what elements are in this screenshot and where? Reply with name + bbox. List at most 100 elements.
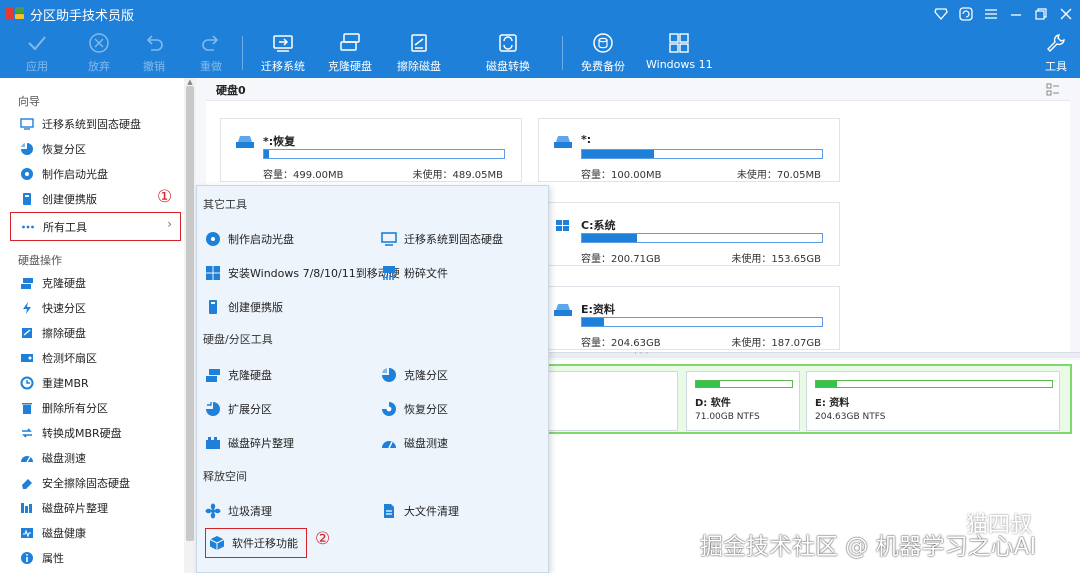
usage-fill bbox=[582, 318, 604, 326]
wrench-icon bbox=[1047, 34, 1065, 52]
scrollbar-thumb[interactable] bbox=[186, 86, 194, 541]
sidebar-item-rebuild-mbr[interactable]: 重建MBR bbox=[10, 371, 181, 395]
disk-map-segment-d[interactable]: D: 软件 71.00GB NTFS bbox=[686, 371, 800, 431]
tools-button[interactable]: 工具 bbox=[1043, 30, 1069, 76]
popup-item-clone-partition[interactable]: 克隆分区 bbox=[381, 363, 448, 387]
info-icon bbox=[21, 552, 33, 564]
popup-item-boot-disc[interactable]: 制作启动光盘 bbox=[205, 227, 294, 251]
trash-icon bbox=[22, 403, 32, 414]
sidebar-item-wipe-disk[interactable]: 擦除硬盘 bbox=[10, 321, 181, 345]
clone-disk-icon bbox=[340, 33, 360, 51]
sidebar-item-secure-erase[interactable]: 安全擦除固态硬盘 bbox=[10, 471, 181, 495]
undo-icon bbox=[146, 35, 163, 51]
map-usage-fill bbox=[816, 381, 838, 387]
refresh-button[interactable] bbox=[955, 4, 977, 24]
minimize-button[interactable] bbox=[1005, 4, 1027, 24]
sidebar-item-convert-mbr[interactable]: 转换成MBR硬盘 bbox=[10, 421, 181, 445]
drive-icon bbox=[554, 136, 572, 148]
wipe-disk-button[interactable]: 擦除磁盘 bbox=[397, 30, 441, 76]
more-dots-icon bbox=[22, 225, 34, 228]
sidebar-item-disk-speed[interactable]: 磁盘测速 bbox=[10, 446, 181, 470]
free-backup-button[interactable]: 免费备份 bbox=[581, 30, 625, 76]
defrag-icon bbox=[21, 503, 32, 513]
popup-item-recover-partition[interactable]: 恢复分区 bbox=[381, 397, 448, 421]
popup-item-disk-speed[interactable]: 磁盘测速 bbox=[381, 431, 448, 455]
popup-item-app-mover[interactable]: 软件迁移功能 bbox=[205, 528, 307, 558]
partition-card-star[interactable]: *: 容量：100.00MB 未使用：70.05MB bbox=[538, 118, 840, 182]
watermark-text: 掘金技术社区 @ 机器学习之心AI bbox=[700, 534, 1037, 560]
check-icon bbox=[28, 36, 46, 51]
restore-button[interactable] bbox=[1030, 4, 1052, 24]
document-icon bbox=[384, 504, 394, 518]
popup-item-install-windows[interactable]: 安装Windows 7/8/10/11到移动硬 bbox=[205, 261, 400, 285]
windows-drive-icon bbox=[556, 220, 569, 231]
view-toggle-icon[interactable] bbox=[1046, 83, 1060, 97]
sidebar-item-clone-disk[interactable]: 克隆硬盘 bbox=[10, 271, 181, 295]
scroll-up-arrow-icon[interactable]: ▲ bbox=[186, 78, 194, 86]
backup-icon bbox=[593, 33, 613, 53]
migrate-icon bbox=[381, 232, 397, 246]
sidebar-item-delete-all[interactable]: 删除所有分区 bbox=[10, 396, 181, 420]
clone-disk-icon bbox=[206, 369, 220, 382]
popup-item-defrag[interactable]: 磁盘碎片整理 bbox=[205, 431, 294, 455]
partition-card-e-data[interactable]: E:资料 容量：204.63GB 未使用：187.07GB bbox=[538, 286, 840, 350]
windows11-button[interactable]: Windows 11 bbox=[646, 30, 713, 76]
recover-icon bbox=[382, 402, 396, 416]
partition-card-c-system[interactable]: C:系统 容量：200.71GB 未使用：153.65GB bbox=[538, 202, 840, 266]
partition-card-recovery[interactable]: *:恢复 容量：499.00MB 未使用：489.05MB bbox=[220, 118, 522, 182]
diamond-button[interactable] bbox=[930, 4, 952, 24]
sidebar-item-portable[interactable]: 创建便携版 bbox=[10, 187, 181, 211]
disk-map-segment-e[interactable]: E: 资料 204.63GB NTFS bbox=[806, 371, 1060, 431]
popup-item-migrate-ssd[interactable]: 迁移系统到固态硬盘 bbox=[381, 227, 503, 251]
redo-button[interactable]: 重做 bbox=[198, 30, 224, 76]
sidebar-item-defrag[interactable]: 磁盘碎片整理 bbox=[10, 496, 181, 520]
all-tools-popup: 其它工具 制作启动光盘 迁移系统到固态硬盘 安装Windows 7/8/10/1… bbox=[196, 185, 549, 573]
defrag-icon bbox=[206, 437, 220, 449]
sidebar-section-disk-ops: 硬盘操作 bbox=[18, 254, 62, 267]
sidebar-item-properties[interactable]: 属性 bbox=[10, 546, 181, 570]
check-sector-icon bbox=[21, 354, 33, 362]
popup-item-junk-clean[interactable]: 垃圾清理 bbox=[205, 499, 272, 523]
disc-icon bbox=[206, 232, 220, 246]
app-logo-icon bbox=[6, 7, 24, 19]
close-icon bbox=[1060, 8, 1072, 20]
sidebar-item-bad-sector[interactable]: 检测坏扇区 bbox=[10, 346, 181, 370]
disk-map-row: D: 软件 71.00GB NTFS E: 资料 204.63GB NTFS bbox=[536, 364, 1072, 434]
diamond-icon bbox=[934, 8, 948, 20]
speed-icon bbox=[382, 441, 396, 449]
sidebar-item-migrate-ssd[interactable]: 迁移系统到固态硬盘 bbox=[10, 112, 181, 136]
sidebar-item-recover-partition[interactable]: 恢复分区 bbox=[10, 137, 181, 161]
popup-item-large-file-clean[interactable]: 大文件清理 bbox=[381, 499, 459, 523]
popup-item-clone-disk[interactable]: 克隆硬盘 bbox=[205, 363, 272, 387]
shred-icon bbox=[383, 266, 395, 280]
drive-icon bbox=[554, 304, 572, 316]
popup-item-portable[interactable]: 创建便携版 bbox=[205, 295, 283, 319]
disk-map-segment-c[interactable] bbox=[536, 371, 678, 431]
migrate-os-button[interactable]: 迁移系统 bbox=[261, 30, 305, 76]
convert-disk-icon bbox=[499, 34, 517, 52]
clone-disk-button[interactable]: 克隆硬盘 bbox=[328, 30, 372, 76]
sidebar-scrollbar[interactable]: ▲ bbox=[184, 78, 196, 573]
close-button[interactable] bbox=[1055, 4, 1077, 24]
sidebar-item-boot-disc[interactable]: 制作启动光盘 bbox=[10, 162, 181, 186]
drive-icon bbox=[236, 136, 254, 148]
popup-item-extend-partition[interactable]: 扩展分区 bbox=[205, 397, 272, 421]
cancel-circle-icon bbox=[89, 33, 109, 53]
sidebar-item-all-tools[interactable]: 所有工具 › bbox=[10, 212, 181, 241]
discard-button[interactable]: 放弃 bbox=[86, 30, 112, 76]
fan-clean-icon bbox=[205, 503, 221, 519]
popup-item-shred-files[interactable]: 粉碎文件 bbox=[381, 261, 448, 285]
toolbar-separator bbox=[562, 36, 563, 70]
menu-button[interactable] bbox=[980, 4, 1002, 24]
usage-fill bbox=[582, 234, 638, 242]
disc-icon bbox=[21, 168, 33, 180]
apply-button[interactable]: 应用 bbox=[24, 30, 50, 76]
sidebar-item-disk-health[interactable]: 磁盘健康 bbox=[10, 521, 181, 545]
convert-disk-button[interactable]: 磁盘转换 bbox=[486, 30, 530, 76]
restore-icon bbox=[1035, 8, 1047, 20]
migrate-icon bbox=[20, 118, 34, 130]
undo-button[interactable]: 撤销 bbox=[141, 30, 167, 76]
wipe-icon bbox=[22, 328, 32, 338]
wipe-disk-icon bbox=[411, 34, 427, 52]
sidebar-item-quick-partition[interactable]: 快速分区 bbox=[10, 296, 181, 320]
